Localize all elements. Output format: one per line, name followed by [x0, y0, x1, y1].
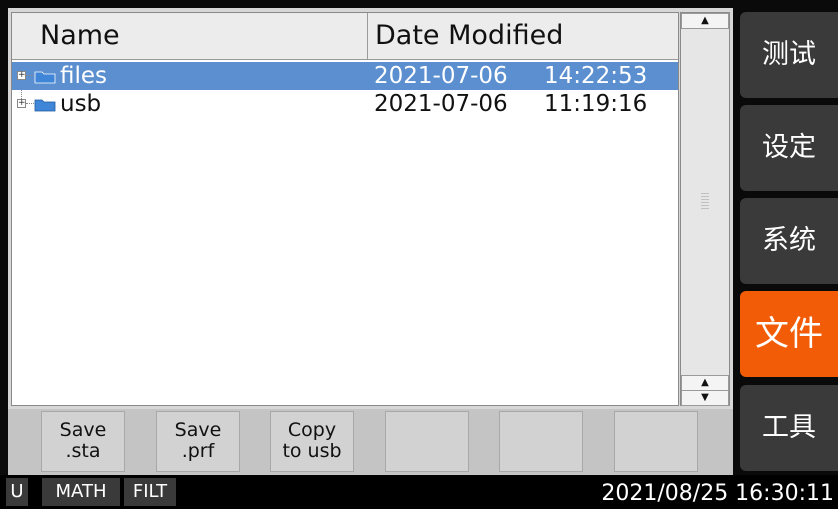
save-prf-button[interactable]: Save .prf [156, 411, 240, 472]
softkey-label: to usb [282, 440, 342, 462]
instrument-screen: Name Date Modified + files 2021-07-06 14… [0, 0, 838, 509]
file-time: 11:19:16 [544, 91, 648, 117]
scroll-down-icon[interactable]: ▼ [681, 390, 729, 406]
file-list: Name Date Modified + files 2021-07-06 14… [11, 12, 679, 406]
status-tag-math: MATH [42, 478, 120, 506]
file-date: 2021-07-06 [374, 91, 508, 117]
column-header: Name Date Modified [12, 13, 678, 60]
file-row-files[interactable]: + files 2021-07-06 14:22:53 [12, 62, 678, 90]
scroll-grip[interactable] [701, 191, 709, 209]
expand-icon[interactable]: + [17, 99, 26, 108]
scroll-up-icon[interactable]: ▲ [681, 13, 729, 29]
softkey-6[interactable] [614, 411, 698, 472]
menu-tools-button[interactable]: 工具 [740, 385, 838, 471]
file-name: usb [60, 91, 102, 117]
copy-to-usb-button[interactable]: Copy to usb [270, 411, 354, 472]
vertical-scrollbar[interactable]: ▲ ▲ ▼ [680, 12, 730, 406]
tree-branch [26, 75, 34, 76]
menu-system-button[interactable]: 系统 [740, 198, 838, 284]
expand-icon[interactable]: + [17, 71, 26, 80]
status-tag-u: U [6, 478, 28, 506]
file-browser: Name Date Modified + files 2021-07-06 14… [8, 8, 733, 409]
menu-test-button[interactable]: 测试 [740, 12, 838, 98]
status-tag-filt: FILT [124, 478, 176, 506]
status-bar: U MATH FILT 2021/08/25 16:30:11 [0, 475, 838, 509]
file-name: files [60, 63, 108, 89]
save-sta-button[interactable]: Save .sta [41, 411, 125, 472]
menu-settings-button[interactable]: 设定 [740, 105, 838, 191]
tree-branch [26, 103, 34, 104]
softkey-label: .sta [65, 440, 101, 462]
menu-file-button[interactable]: 文件 [740, 291, 838, 377]
folder-icon [34, 99, 56, 112]
column-name[interactable]: Name [12, 13, 368, 59]
file-date: 2021-07-06 [374, 63, 508, 89]
status-datetime: 2021/08/25 16:30:11 [601, 481, 834, 506]
softkey-label: Save [174, 419, 222, 441]
file-row-usb[interactable]: + usb 2021-07-06 11:19:16 [12, 90, 678, 118]
folder-icon [34, 71, 56, 84]
softkey-label: Copy [287, 419, 337, 441]
softkey-label: .prf [181, 440, 215, 462]
scroll-up-icon[interactable]: ▲ [681, 375, 729, 391]
file-time: 14:22:53 [544, 63, 648, 89]
softkey-4[interactable] [385, 411, 469, 472]
softkey-5[interactable] [499, 411, 583, 472]
column-date-modified[interactable]: Date Modified [369, 13, 678, 59]
softkey-bar: Save .sta Save .prf Copy to usb [8, 409, 733, 475]
softkey-label: Save [59, 419, 107, 441]
